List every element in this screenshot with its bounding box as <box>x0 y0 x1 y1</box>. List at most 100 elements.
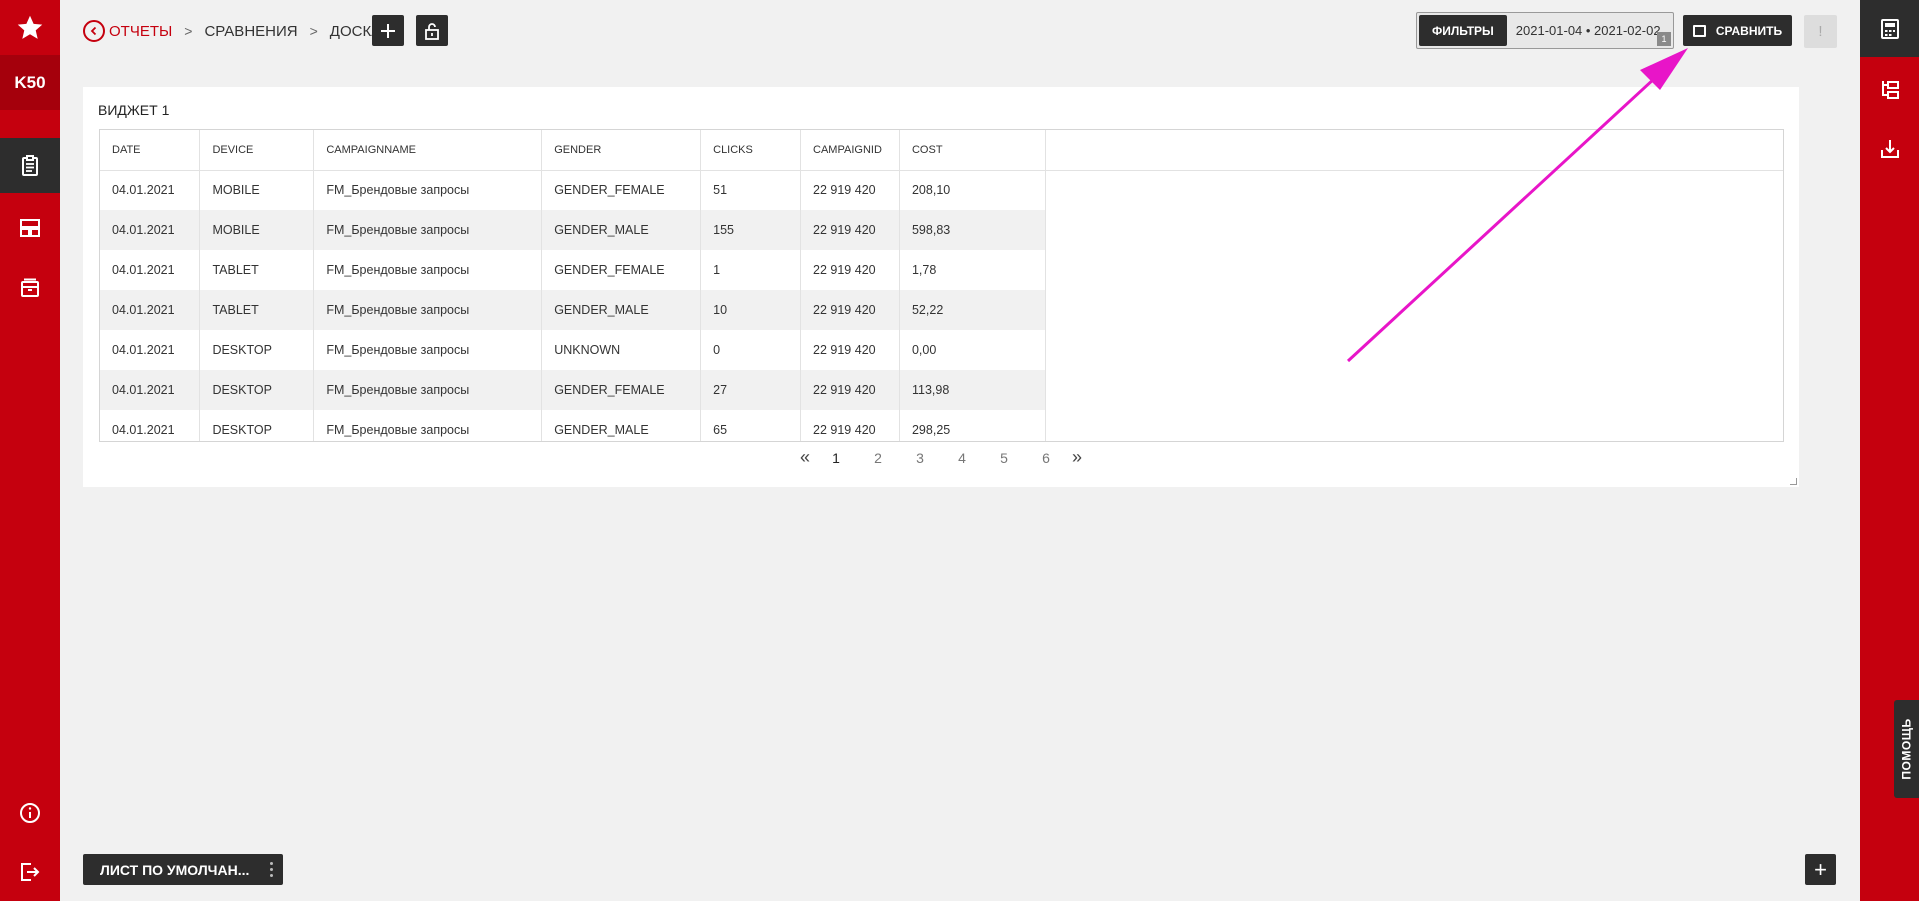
first-page-button[interactable]: « <box>795 447 815 468</box>
compare-button[interactable]: СРАВНИТЬ <box>1683 15 1792 46</box>
brand-label: K50 <box>14 72 46 92</box>
table-row[interactable]: 04.01.2021 MOBILE FM_Брендовые запросы G… <box>100 170 1783 210</box>
cell-campaignid: 22 919 420 <box>800 330 900 370</box>
column-header-device[interactable]: DEVICE <box>199 130 315 171</box>
cell-date: 04.01.2021 <box>100 290 201 330</box>
cell-campaignname: FM_Брендовые запросы <box>313 370 543 410</box>
page-button-1[interactable]: 1 <box>815 450 857 466</box>
page-button-2[interactable]: 2 <box>857 450 899 466</box>
cell-campaignid: 22 919 420 <box>800 370 900 410</box>
cell-cost: 298,25 <box>899 410 1046 441</box>
chevron-right-icon: > <box>309 23 318 39</box>
cell-campaignname: FM_Брендовые запросы <box>313 330 543 370</box>
dashboards-nav-button[interactable] <box>0 200 60 255</box>
cell-gender: GENDER_MALE <box>541 210 702 250</box>
column-header-cost[interactable]: COST <box>899 130 1046 171</box>
export-button[interactable] <box>1860 120 1919 177</box>
table-row[interactable]: 04.01.2021 DESKTOP FM_Брендовые запросы … <box>100 330 1783 370</box>
cell-device: MOBILE <box>199 170 315 210</box>
cell-gender: GENDER_FEMALE <box>541 370 702 410</box>
widget-card: ВИДЖЕТ 1 DATE DEVICE CAMPAIGNNAME GENDER… <box>83 87 1799 487</box>
cell-campaignid: 22 919 420 <box>800 170 900 210</box>
sheet-tab-label: ЛИСТ ПО УМОЛЧАН... <box>100 861 250 878</box>
cell-filler <box>1045 410 1783 441</box>
data-table-container[interactable]: DATE DEVICE CAMPAIGNNAME GENDER CLICKS C… <box>99 129 1784 442</box>
date-range-picker[interactable]: 2021-01-04 • 2021-02-02 <box>1516 23 1661 38</box>
pagination: « 1 2 3 4 5 6 » <box>83 447 1799 468</box>
brand-logo[interactable]: K50 <box>0 55 60 110</box>
kebab-menu-icon[interactable] <box>269 862 273 877</box>
warning-label: ! <box>1818 23 1823 40</box>
cell-device: TABLET <box>199 290 315 330</box>
cell-date: 04.01.2021 <box>100 210 201 250</box>
cell-campaignid: 22 919 420 <box>800 410 900 441</box>
cell-clicks: 51 <box>700 170 802 210</box>
cell-clicks: 0 <box>700 330 802 370</box>
download-icon <box>1880 139 1899 158</box>
cell-device: MOBILE <box>199 210 315 250</box>
help-label: ПОМОЩЬ <box>1899 718 1914 780</box>
column-header-clicks[interactable]: CLICKS <box>700 130 802 171</box>
plus-icon <box>381 23 395 38</box>
cell-date: 04.01.2021 <box>100 410 201 441</box>
reports-nav-button[interactable] <box>0 138 60 193</box>
logout-button[interactable] <box>0 844 60 899</box>
back-arrow-icon[interactable] <box>83 20 105 42</box>
column-header-campaignname[interactable]: CAMPAIGNNAME <box>313 130 543 171</box>
table-row[interactable]: 04.01.2021 DESKTOP FM_Брендовые запросы … <box>100 410 1783 441</box>
breadcrumb-comparisons-link[interactable]: СРАВНЕНИЯ <box>204 23 297 40</box>
add-widget-button[interactable] <box>372 15 404 46</box>
table-row[interactable]: 04.01.2021 TABLET FM_Брендовые запросы G… <box>100 250 1783 290</box>
column-header-date[interactable]: DATE <box>100 130 201 171</box>
unlock-icon <box>425 22 439 40</box>
cell-device: DESKTOP <box>199 330 315 370</box>
page-button-4[interactable]: 4 <box>941 450 983 466</box>
cell-campaignname: FM_Брендовые запросы <box>313 210 543 250</box>
sheet-tab-default[interactable]: ЛИСТ ПО УМОЛЧАН... <box>83 854 283 885</box>
favorites-button[interactable] <box>0 0 60 55</box>
cell-date: 04.01.2021 <box>100 250 201 290</box>
column-header-gender[interactable]: GENDER <box>541 130 702 171</box>
column-header-campaignid[interactable]: CAMPAIGNID <box>800 130 900 171</box>
calculator-button[interactable] <box>1860 0 1919 57</box>
add-sheet-button[interactable]: + <box>1805 854 1836 885</box>
widget-title: ВИДЖЕТ 1 <box>98 102 170 118</box>
help-tab[interactable]: ПОМОЩЬ <box>1894 700 1919 798</box>
table-row[interactable]: 04.01.2021 MOBILE FM_Брендовые запросы G… <box>100 210 1783 250</box>
chevron-right-icon: > <box>184 23 193 39</box>
cell-clicks: 155 <box>700 210 802 250</box>
cell-clicks: 1 <box>700 250 802 290</box>
page-button-5[interactable]: 5 <box>983 450 1025 466</box>
cell-cost: 598,83 <box>899 210 1046 250</box>
cell-device: DESKTOP <box>199 410 315 441</box>
cell-date: 04.01.2021 <box>100 170 201 210</box>
cell-campaignname: FM_Брендовые запросы <box>313 170 543 210</box>
table-row[interactable]: 04.01.2021 DESKTOP FM_Брендовые запросы … <box>100 370 1783 410</box>
last-page-button[interactable]: » <box>1067 447 1087 468</box>
resize-handle[interactable] <box>1790 478 1797 485</box>
layout-icon <box>20 218 40 237</box>
cell-gender: GENDER_FEMALE <box>541 250 702 290</box>
star-icon <box>17 15 43 39</box>
cell-clicks: 10 <box>700 290 802 330</box>
unlock-button[interactable] <box>416 15 448 46</box>
cell-filler <box>1045 250 1783 290</box>
warning-button[interactable]: ! <box>1804 15 1837 48</box>
structure-button[interactable] <box>1860 60 1919 117</box>
table-header-row: DATE DEVICE CAMPAIGNNAME GENDER CLICKS C… <box>100 130 1783 171</box>
table-row[interactable]: 04.01.2021 TABLET FM_Брендовые запросы G… <box>100 290 1783 330</box>
logout-icon <box>21 862 40 881</box>
cell-date: 04.01.2021 <box>100 330 201 370</box>
cell-campaignid: 22 919 420 <box>800 250 900 290</box>
page-button-3[interactable]: 3 <box>899 450 941 466</box>
filters-button[interactable]: ФИЛЬТРЫ <box>1419 15 1507 46</box>
page-button-6[interactable]: 6 <box>1025 450 1067 466</box>
tree-icon <box>1881 80 1899 99</box>
breadcrumb-reports-link[interactable]: ОТЧЕТЫ <box>109 23 172 40</box>
info-button[interactable] <box>0 785 60 840</box>
archive-nav-button[interactable] <box>0 260 60 315</box>
left-sidebar: K50 <box>0 0 60 901</box>
cell-cost: 113,98 <box>899 370 1046 410</box>
clipboard-icon <box>22 154 38 176</box>
cell-filler <box>1045 290 1783 330</box>
